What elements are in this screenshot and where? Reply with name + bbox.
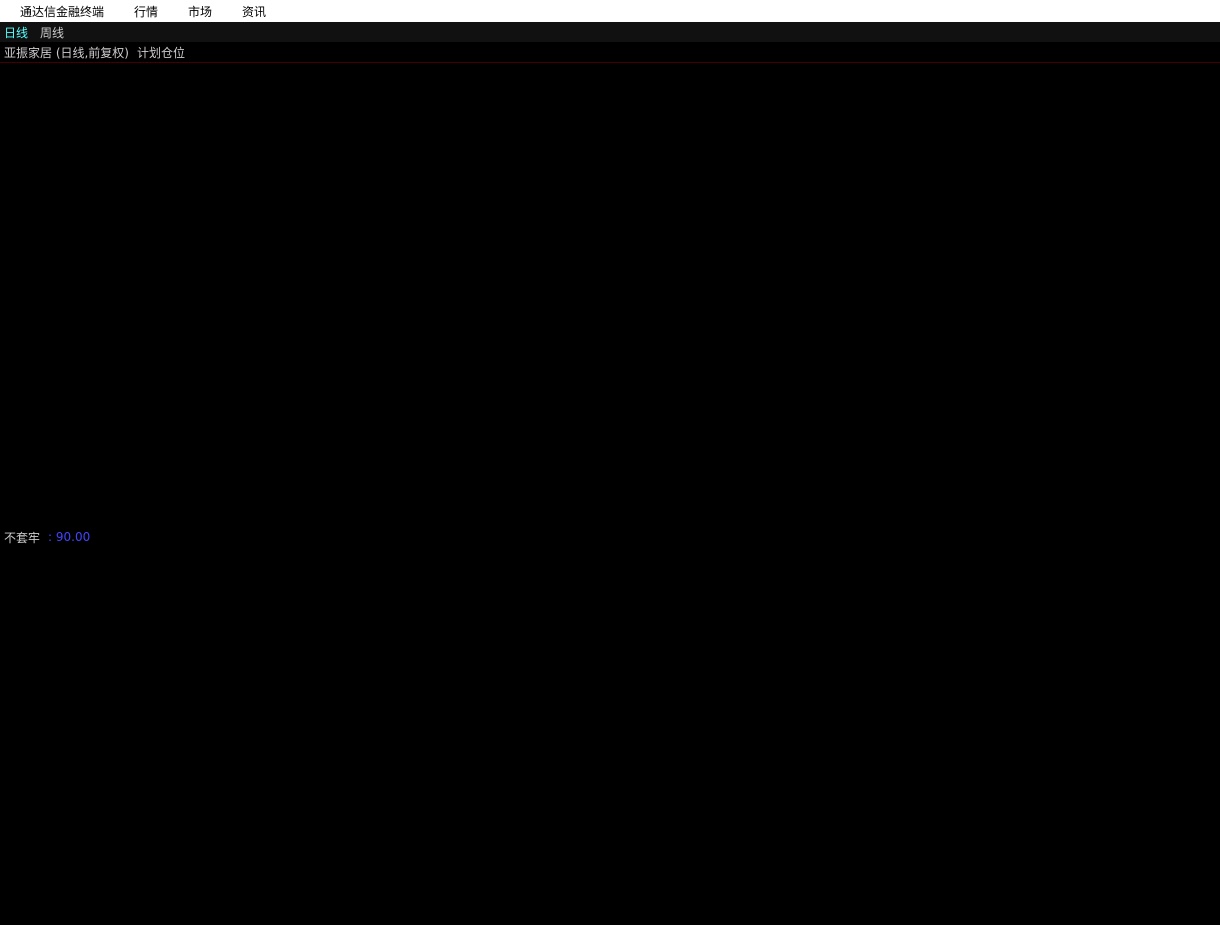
indicator-value: : 90.00 bbox=[48, 530, 91, 544]
menu-market2[interactable]: 市场 bbox=[188, 3, 212, 20]
indicator-name: 不套牢 bbox=[4, 530, 41, 545]
menubar: 通达信金融终端 行情 市场 资讯 bbox=[0, 0, 1220, 22]
chart-header: 亚振家居 (日线,前复权) 计划仓位 bbox=[0, 42, 1220, 62]
menu-market[interactable]: 行情 bbox=[134, 3, 158, 20]
period-bar: 日线 周线 bbox=[0, 22, 1220, 42]
plan-position-label: 计划仓位 bbox=[137, 45, 186, 60]
candlestick-chart[interactable] bbox=[0, 62, 1220, 528]
period-daily[interactable]: 日线 bbox=[4, 24, 28, 41]
period-weekly[interactable]: 周线 bbox=[40, 24, 64, 41]
stock-title: 亚振家居 (日线,前复权) bbox=[4, 45, 129, 60]
app-title: 通达信金融终端 bbox=[20, 4, 105, 19]
menu-news[interactable]: 资讯 bbox=[242, 3, 266, 20]
indicator-header: 不套牢 : 90.00 bbox=[0, 528, 1220, 546]
